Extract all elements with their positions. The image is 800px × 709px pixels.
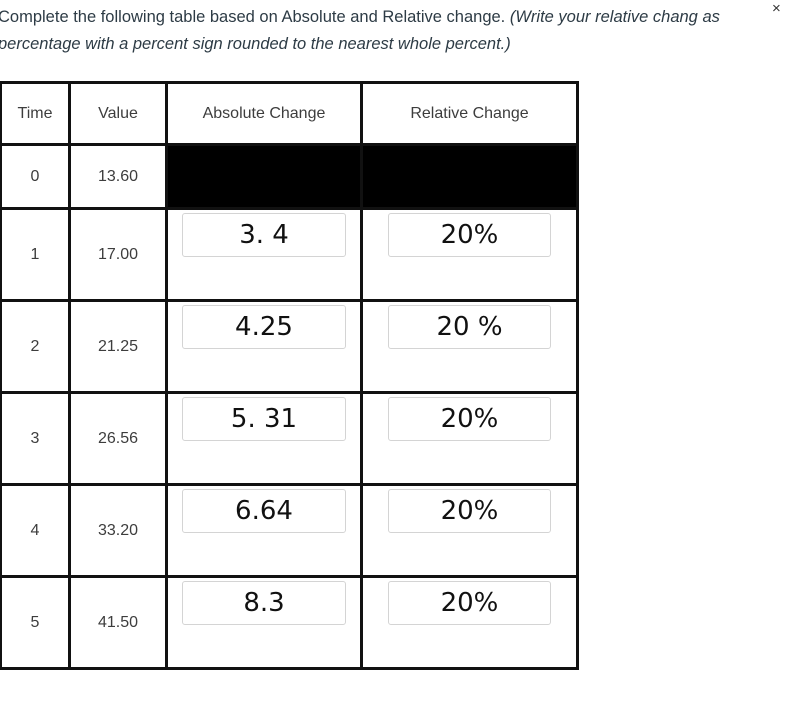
absolute-change-cell: 5. 31 <box>165 391 363 486</box>
absolute-change-input[interactable]: 4.25 <box>182 304 346 349</box>
absolute-change-input[interactable]: 5. 31 <box>182 396 346 441</box>
header-relative-change: Relative Change <box>360 81 579 146</box>
table-row: 3 26.56 5. 31 20% <box>0 391 579 486</box>
table-row: 2 21.25 4.25 20 % <box>0 299 579 394</box>
time-cell: 0 <box>0 143 71 210</box>
absolute-change-input[interactable]: 6.64 <box>182 488 346 533</box>
header-value: Value <box>68 81 168 146</box>
relative-change-cell: 20% <box>360 575 579 670</box>
relative-change-cell: 20% <box>360 391 579 486</box>
header-absolute-change: Absolute Change <box>165 81 363 146</box>
absolute-change-cell: 6.64 <box>165 483 363 578</box>
table-row: 5 41.50 8.3 20% <box>0 575 579 670</box>
instructions-italic-tail: as <box>697 8 720 26</box>
time-cell: 1 <box>0 207 71 302</box>
absolute-change-input[interactable]: 3. 4 <box>182 212 346 257</box>
absolute-change-input[interactable]: 8.3 <box>182 580 346 625</box>
instructions-line-1: Complete the following table based on Ab… <box>0 4 800 31</box>
absolute-change-cell: 8.3 <box>165 575 363 670</box>
value-cell: 33.20 <box>68 483 168 578</box>
absolute-change-cell: 4.25 <box>165 299 363 394</box>
change-table: Time Value Absolute Change Relative Chan… <box>0 81 579 670</box>
table-row: 0 13.60 <box>0 143 579 210</box>
time-cell: 5 <box>0 575 71 670</box>
instructions-text: Complete the following table based on Ab… <box>0 4 800 58</box>
instructions-main: Complete the following table based on Ab… <box>0 8 510 26</box>
table-header-row: Time Value Absolute Change Relative Chan… <box>0 81 579 146</box>
table-row: 4 33.20 6.64 20% <box>0 483 579 578</box>
relative-change-input[interactable]: 20% <box>388 212 551 257</box>
relative-change-cell: 20% <box>360 483 579 578</box>
time-cell: 2 <box>0 299 71 394</box>
instructions-italic-part-1: (Write your relative chang <box>509 8 698 26</box>
relative-change-input[interactable]: 20 % <box>388 304 551 349</box>
value-cell: 13.60 <box>68 143 168 210</box>
relative-change-cell: 20% <box>360 207 579 302</box>
header-time: Time <box>0 81 71 146</box>
blacked-out-cell <box>165 143 363 210</box>
blacked-out-cell <box>360 143 579 210</box>
value-cell: 26.56 <box>68 391 168 486</box>
value-cell: 17.00 <box>68 207 168 302</box>
relative-change-input[interactable]: 20% <box>388 580 551 625</box>
instructions-line-2: percentage with a percent sign rounded t… <box>0 35 511 53</box>
table-row: 1 17.00 3. 4 20% <box>0 207 579 302</box>
relative-change-cell: 20 % <box>360 299 579 394</box>
relative-change-input[interactable]: 20% <box>388 396 551 441</box>
value-cell: 41.50 <box>68 575 168 670</box>
time-cell: 4 <box>0 483 71 578</box>
close-icon[interactable]: × <box>772 0 781 17</box>
value-cell: 21.25 <box>68 299 168 394</box>
relative-change-input[interactable]: 20% <box>388 488 551 533</box>
absolute-change-cell: 3. 4 <box>165 207 363 302</box>
time-cell: 3 <box>0 391 71 486</box>
